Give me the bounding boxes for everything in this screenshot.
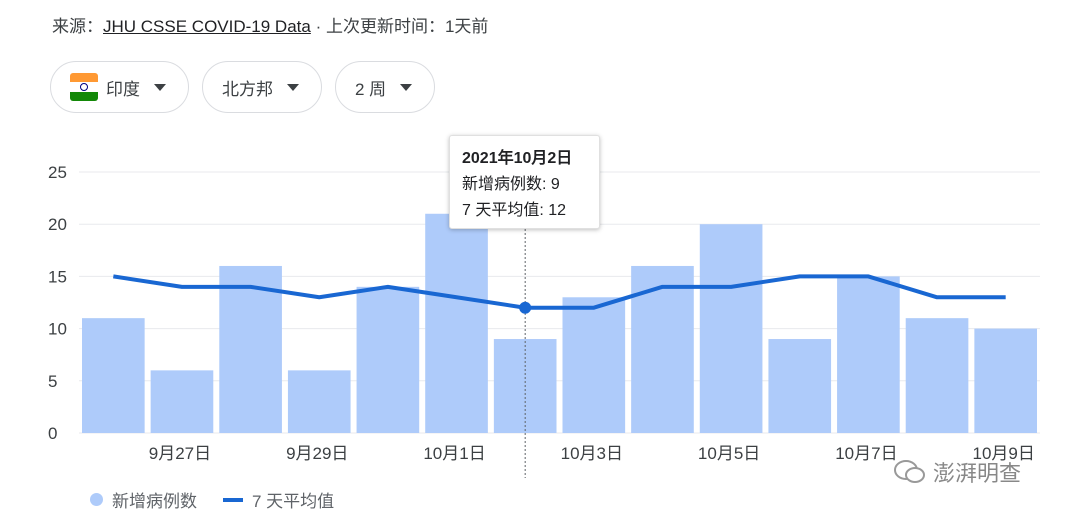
tooltip-date: 2021年10月2日 [462,150,573,167]
watermark-text: 澎湃明查 [933,461,1022,486]
x-tick-label: 10月1日 [423,444,485,463]
legend-line-label: 7 天平均值 [252,492,335,511]
highlight-point [519,301,532,314]
bar [905,318,969,433]
tooltip-average: 7 天平均值: 12 [462,202,567,219]
bar [837,276,900,433]
bar [150,370,214,433]
x-tick-label: 9月29日 [286,444,348,463]
legend-line-swatch [223,497,243,502]
watermark: 澎湃明查 [893,456,1021,488]
legend-bar-label: 新增病例数 [112,492,197,511]
x-tick-label: 10月3日 [561,444,623,463]
chart-tooltip: 2021年10月2日 新增病例数: 9 7 天平均值: 12 [449,135,600,229]
y-tick-label: 0 [48,424,57,443]
cases-chart[interactable]: 0 5 10 15 20 25 9月27日 9月29日 10月1日 10月3日 10月5日 10月7日… [0,0,1080,480]
chart-legend: 新增病例数 7 天平均值 [90,487,334,512]
tooltip-new-cases: 新增病例数: 9 [462,176,560,193]
x-tick-label: 10月7日 [835,444,897,463]
y-tick-label: 20 [48,215,67,234]
y-tick-label: 25 [48,163,67,182]
wechat-icon [894,460,925,483]
bar [631,265,694,433]
x-tick-label: 9月27日 [149,444,211,463]
y-tick-label: 5 [48,372,57,391]
bar [425,213,488,433]
y-tick-label: 10 [48,320,67,339]
bar [287,370,351,433]
bar [562,297,626,433]
x-tick-label: 10月5日 [698,444,760,463]
bar [699,224,763,433]
bar [974,328,1037,433]
bar [356,286,420,433]
legend-bar-swatch [90,493,103,506]
bar [82,318,145,433]
y-tick-label: 15 [48,267,67,286]
bar [768,339,832,433]
